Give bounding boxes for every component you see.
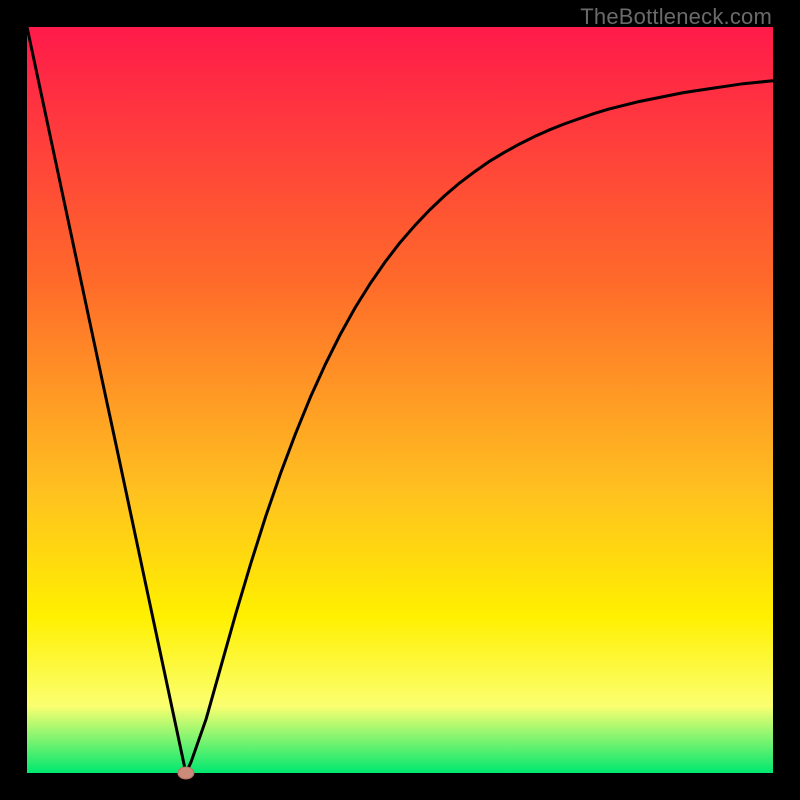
optimum-marker (178, 767, 194, 779)
chart-frame: { "watermark": "TheBottleneck.com", "col… (0, 0, 800, 800)
plot-background (27, 27, 773, 773)
chart-svg (0, 0, 800, 800)
watermark-text: TheBottleneck.com (580, 4, 772, 30)
